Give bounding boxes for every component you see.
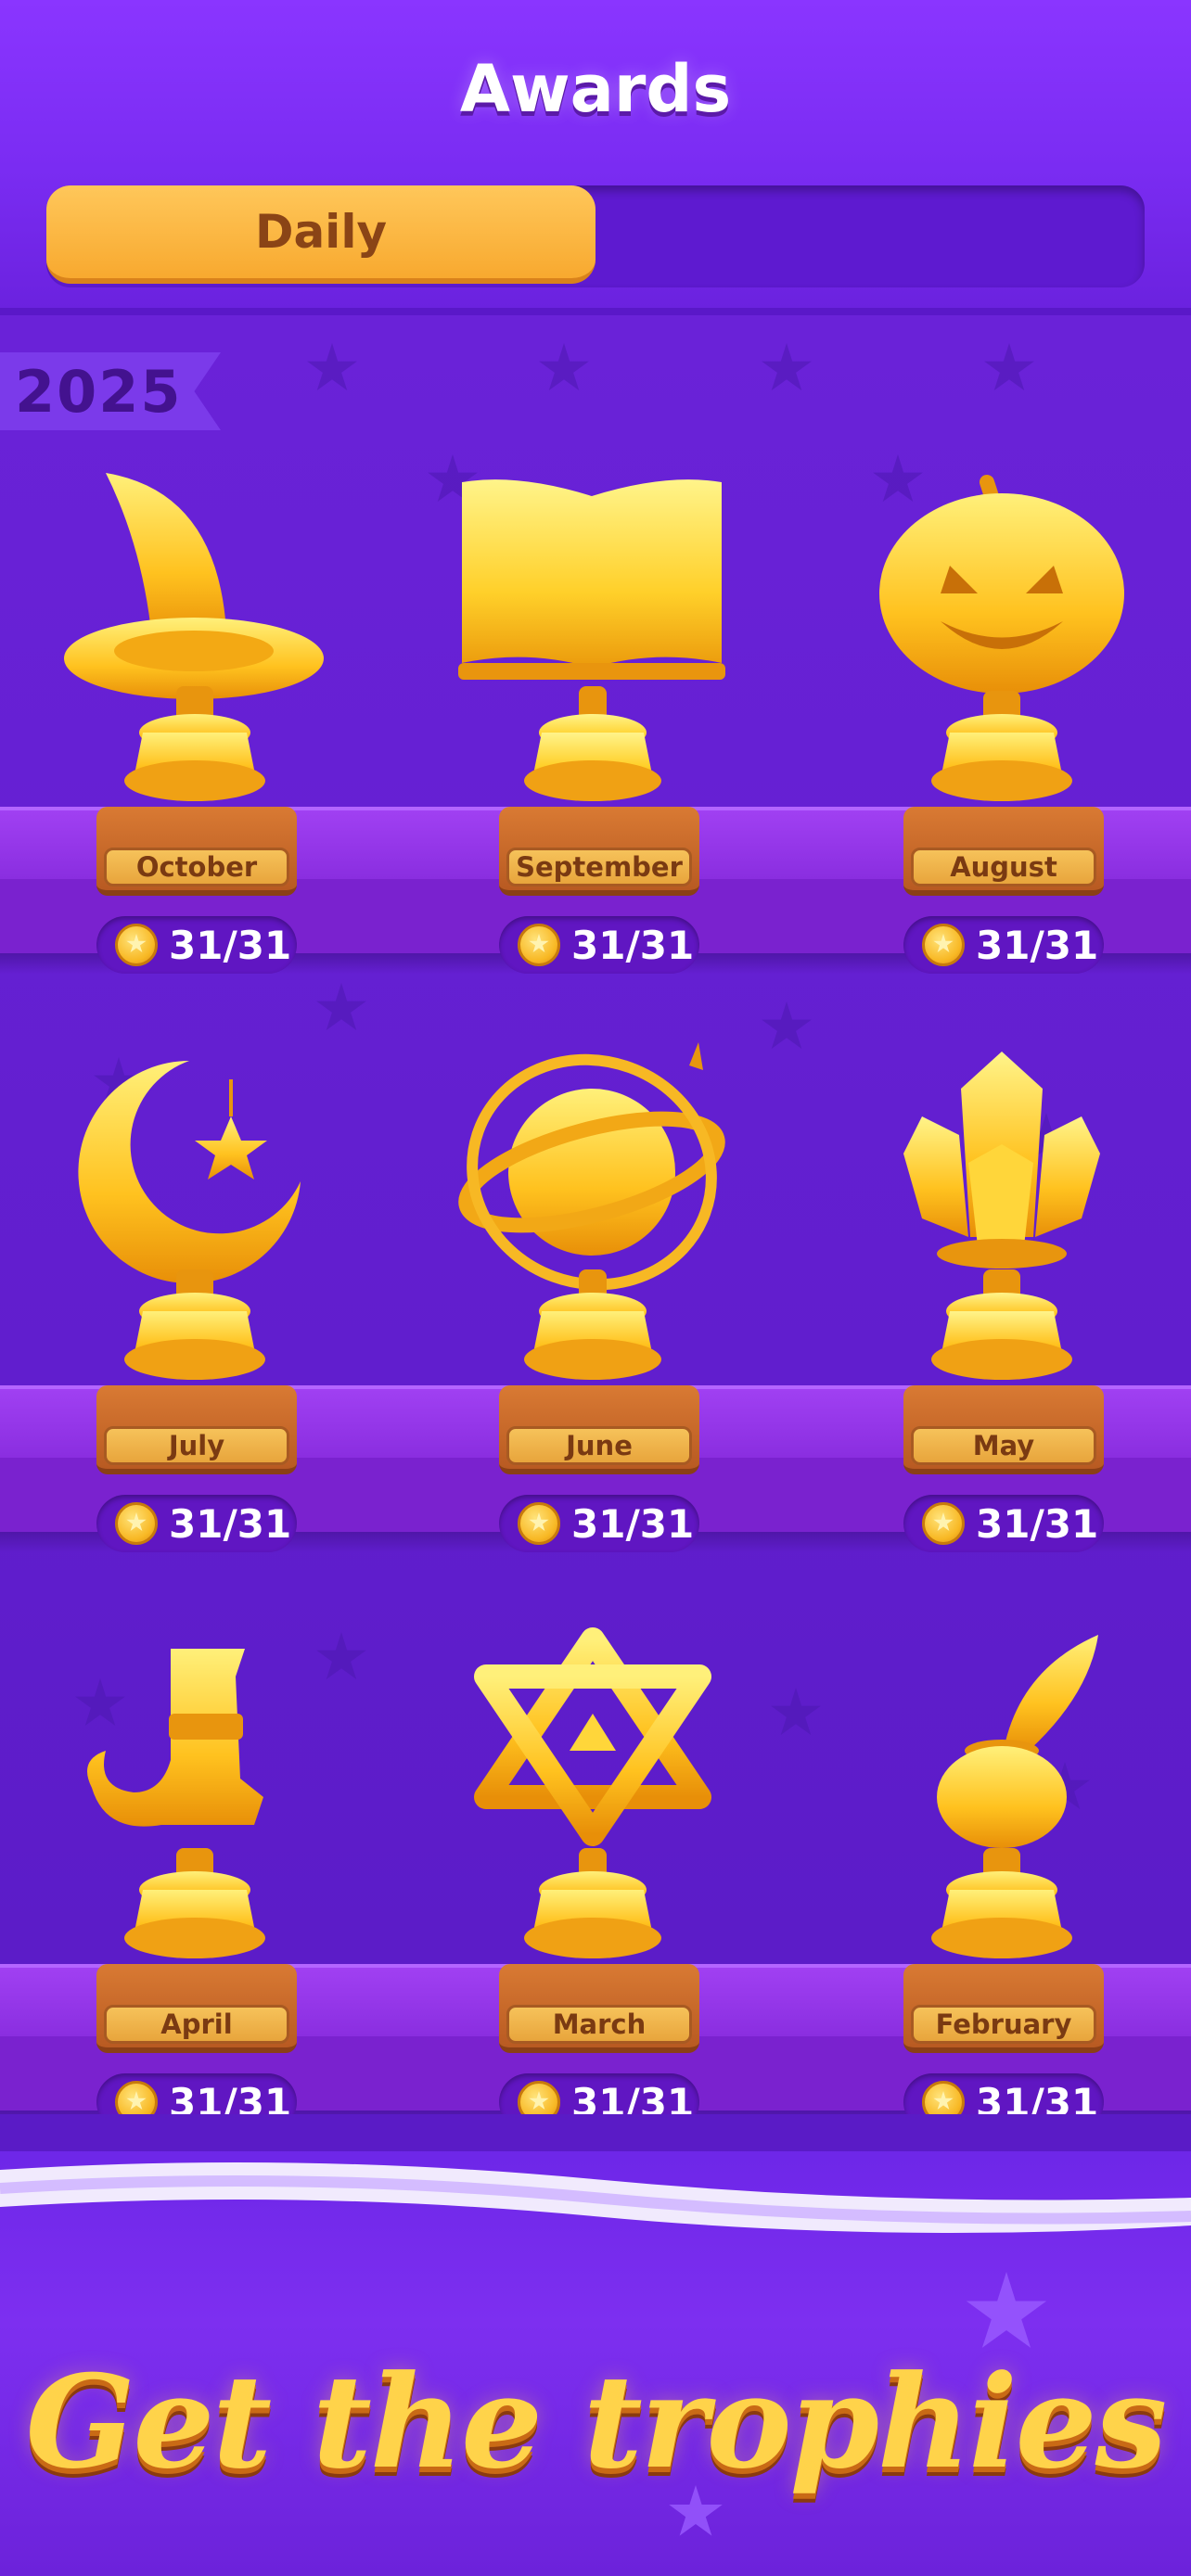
trophy-month-label: April [104, 2005, 289, 2044]
name-plaque: October [96, 807, 297, 896]
progress-badge: 31/31 [903, 1495, 1104, 1552]
promo-banner: Get the trophies [0, 2114, 1191, 2576]
header: Awards Daily [0, 0, 1191, 315]
progress-badge: 31/31 [96, 916, 297, 974]
trophy-card[interactable]: April 31/31 [4, 1612, 338, 2149]
trophy-month-label: September [506, 848, 692, 886]
background-star-icon [762, 343, 812, 390]
trophy-card[interactable]: May 31/31 [811, 1033, 1145, 1571]
trophy-card[interactable]: June 31/31 [406, 1033, 740, 1571]
name-plaque: August [903, 807, 1104, 896]
trophy-month-label: July [104, 1426, 289, 1465]
name-plaque: April [96, 1964, 297, 2053]
trophy-month-label: August [911, 848, 1096, 886]
progress-count: 31/31 [976, 1500, 1099, 1547]
progress-badge: 31/31 [499, 1495, 699, 1552]
name-plaque: July [96, 1385, 297, 1474]
coin-icon [922, 1502, 965, 1545]
trophy-card[interactable]: September 31/31 [406, 454, 740, 992]
trophy-gallery: 2025 October 31/31 September 31/31 Augus… [0, 315, 1191, 2170]
trophy-card[interactable]: July 31/31 [4, 1033, 338, 1571]
name-plaque: June [499, 1385, 699, 1474]
progress-count: 31/31 [169, 922, 292, 968]
name-plaque: March [499, 1964, 699, 2053]
trophy-card[interactable]: March 31/31 [406, 1612, 740, 2149]
tab-daily[interactable]: Daily [46, 185, 596, 284]
progress-badge: 31/31 [499, 916, 699, 974]
coin-icon [518, 1502, 560, 1545]
coin-icon [115, 1502, 158, 1545]
light-wave-decoration [0, 2114, 1191, 2233]
tab-bar: Daily [46, 185, 1145, 287]
name-plaque: May [903, 1385, 1104, 1474]
progress-count: 31/31 [571, 922, 695, 968]
trophy-card[interactable]: October 31/31 [4, 454, 338, 992]
progress-count: 31/31 [976, 922, 1099, 968]
background-star-icon [307, 343, 357, 390]
coin-icon [518, 924, 560, 966]
trophy-month-label: June [506, 1426, 692, 1465]
background-star-icon [539, 343, 589, 390]
year-ribbon: 2025 [0, 352, 221, 430]
progress-badge: 31/31 [96, 1495, 297, 1552]
progress-badge: 31/31 [903, 916, 1104, 974]
background-star-icon [762, 1001, 812, 1049]
name-plaque: February [903, 1964, 1104, 2053]
background-star-icon [984, 343, 1034, 390]
trophy-card[interactable]: February 31/31 [811, 1612, 1145, 2149]
trophy-month-label: March [506, 2005, 692, 2044]
trophy-month-label: February [911, 2005, 1096, 2044]
coin-icon [922, 924, 965, 966]
coin-icon [115, 924, 158, 966]
page-title: Awards [459, 51, 732, 127]
progress-count: 31/31 [571, 1500, 695, 1547]
progress-count: 31/31 [169, 1500, 292, 1547]
trophy-card[interactable]: August 31/31 [811, 454, 1145, 992]
name-plaque: September [499, 807, 699, 896]
promo-headline: Get the trophies [25, 2346, 1168, 2497]
trophy-month-label: October [104, 848, 289, 886]
trophy-month-label: May [911, 1426, 1096, 1465]
